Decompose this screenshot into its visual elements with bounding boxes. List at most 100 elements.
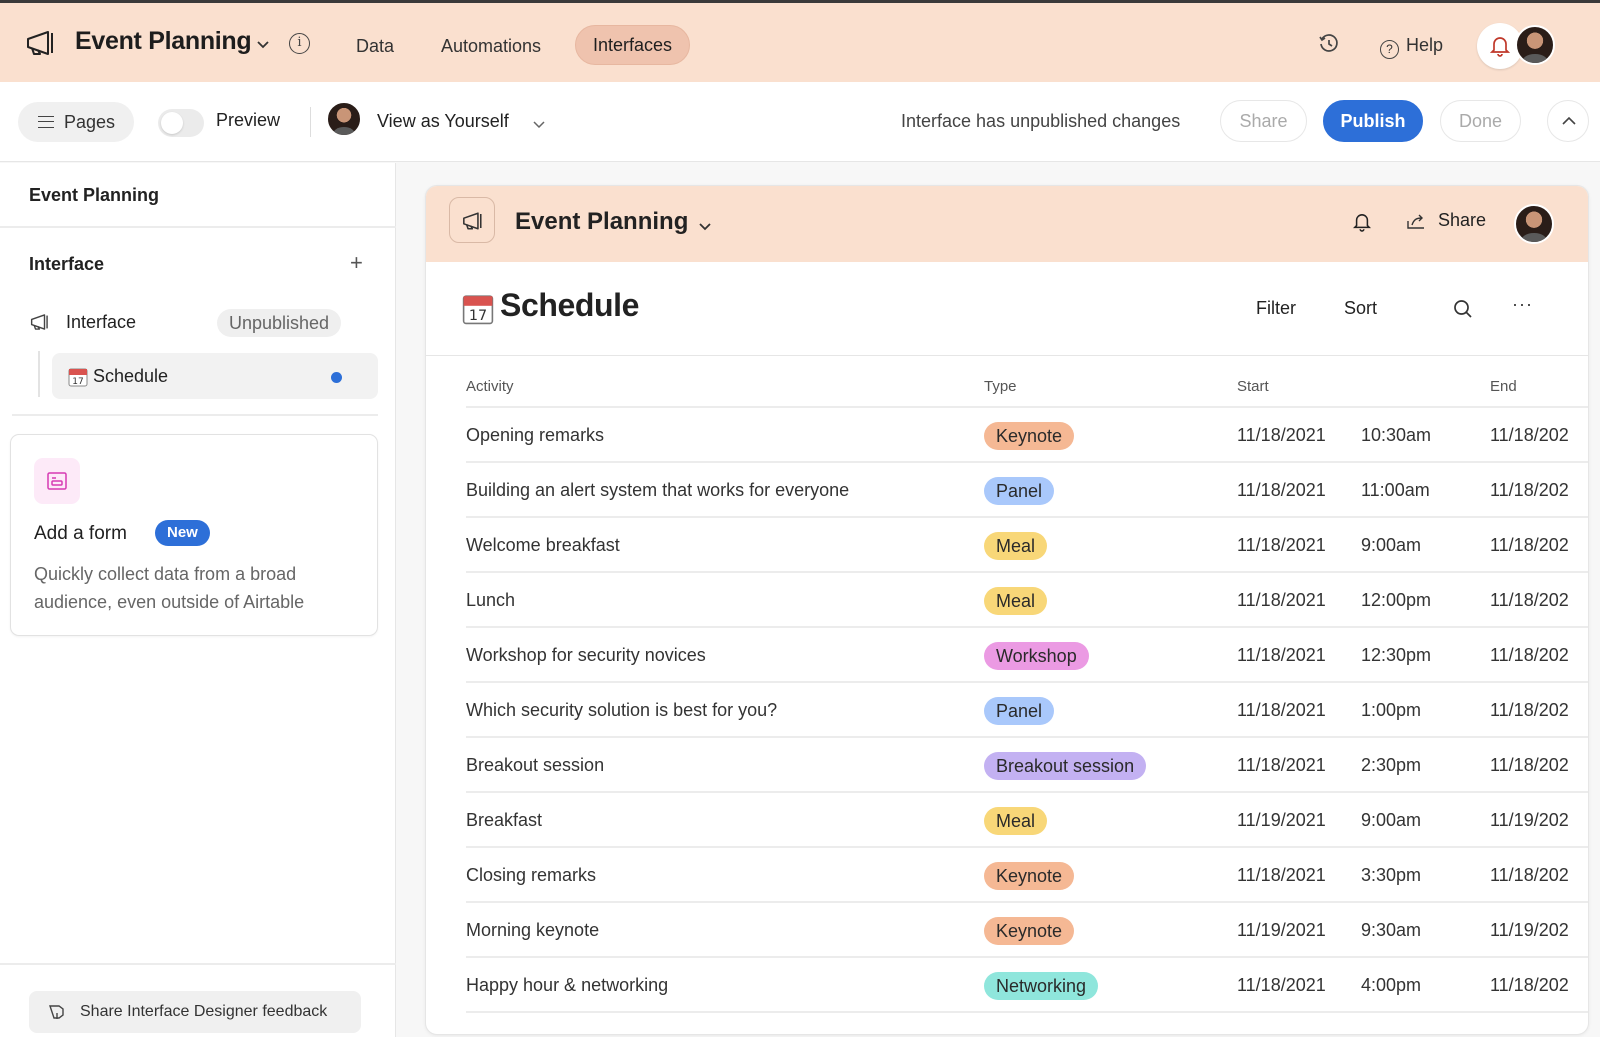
cell-end: 11/18/202	[1490, 865, 1569, 885]
info-icon[interactable]: i	[289, 33, 310, 54]
bell-icon[interactable]	[1352, 212, 1372, 237]
interface-toolbar: Pages Preview View as Yourself Interface…	[0, 82, 1600, 162]
table-row[interactable]: Lunch Meal 11/18/2021 12:00pm 11/18/202	[466, 573, 1588, 628]
nav-interfaces[interactable]: Interfaces	[575, 25, 691, 65]
cell-activity: Which security solution is best for you?	[466, 700, 778, 720]
unpublished-status: Interface has unpublished changes	[901, 111, 1181, 131]
pages-label: Pages	[64, 112, 116, 132]
table-row[interactable]: Opening remarks Keynote 11/18/2021 10:30am 1…	[466, 408, 1588, 463]
sidebar-item-schedule[interactable]: 17 Schedule	[52, 353, 378, 399]
preview-toggle[interactable]	[158, 109, 204, 137]
table-row[interactable]: Welcome breakfast Meal 11/18/2021 9:00am 11/…	[466, 518, 1588, 573]
cell-start-date: 11/19/2021	[1237, 810, 1326, 830]
cell-start-time: 11:00am	[1361, 480, 1430, 500]
help-icon: ?	[1380, 40, 1399, 59]
table-row[interactable]: Closing remarks Keynote 11/18/2021 3:30pm 11…	[466, 848, 1588, 903]
type-tag: Keynote	[984, 422, 1075, 450]
share-button[interactable]: Share	[1220, 100, 1307, 142]
cell-end: 11/18/202	[1490, 975, 1569, 995]
user-avatar[interactable]	[1515, 25, 1555, 65]
cell-start-time: 9:30am	[1361, 920, 1422, 940]
pages-button[interactable]: Pages	[18, 102, 134, 142]
divider	[0, 963, 396, 965]
unpublished-badge: Unpublished	[217, 309, 342, 337]
interface-share-button[interactable]: Share	[1406, 210, 1486, 231]
cell-end: 11/18/202	[1490, 700, 1569, 720]
user-avatar[interactable]	[1514, 204, 1554, 244]
chevron-down-icon[interactable]	[256, 37, 270, 49]
pages-sidebar: Event Planning Interface + Interface Unp…	[0, 163, 396, 1037]
table-row[interactable]: Breakout session Breakout session 11/18/20…	[466, 738, 1588, 793]
interface-logo[interactable]	[449, 197, 495, 243]
table-row[interactable]: Workshop for security novices Workshop 11/…	[466, 628, 1588, 683]
chevron-down-icon[interactable]	[532, 117, 546, 135]
cell-start-date: 11/18/2021	[1237, 975, 1326, 995]
search-icon[interactable]	[1453, 299, 1473, 324]
collapse-button[interactable]	[1547, 100, 1589, 142]
feedback-button[interactable]: Share Interface Designer feedback	[29, 991, 361, 1033]
sidebar-section-title: Interface	[29, 254, 105, 274]
cell-start-date: 11/18/2021	[1237, 645, 1326, 665]
type-tag: Keynote	[984, 862, 1075, 890]
bell-icon	[1490, 37, 1510, 57]
table-row[interactable]: Breakfast Meal 11/19/2021 9:00am 11/19/202	[466, 793, 1588, 848]
view-as-dropdown[interactable]: View as Yourself	[377, 111, 509, 132]
sort-button[interactable]: Sort	[1344, 298, 1377, 319]
megaphone-icon	[463, 212, 482, 230]
cell-end: 11/18/202	[1490, 425, 1569, 445]
cell-start-date: 11/18/2021	[1237, 425, 1326, 445]
table-row[interactable]: Happy hour & networking Networking 11/18/2…	[466, 958, 1588, 1013]
more-options-button[interactable]: ···	[1512, 294, 1533, 315]
table-row[interactable]: Building an alert system that works for …	[466, 463, 1588, 518]
cell-end: 11/19/202	[1490, 920, 1569, 940]
cell-activity: Welcome breakfast	[466, 535, 620, 555]
column-header-type[interactable]: Type	[984, 378, 1017, 395]
base-title[interactable]: Event Planning	[75, 27, 252, 56]
sidebar-base-name: Event Planning	[29, 185, 160, 205]
cell-start-date: 11/19/2021	[1237, 920, 1326, 940]
nav-data[interactable]: Data	[339, 26, 411, 66]
cell-end: 11/18/202	[1490, 755, 1569, 775]
feedback-megaphone-icon	[49, 1005, 64, 1019]
add-form-card[interactable]: Add a form New Quickly collect data from…	[10, 434, 378, 636]
view-as-avatar[interactable]	[327, 102, 361, 136]
cell-activity: Closing remarks	[466, 865, 597, 885]
cell-end: 11/19/202	[1490, 810, 1569, 830]
column-header-start[interactable]: Start	[1237, 378, 1269, 395]
chevron-down-icon[interactable]	[698, 219, 712, 237]
cell-start-date: 11/18/2021	[1237, 700, 1326, 720]
table-row[interactable]: Which security solution is best for you?…	[466, 683, 1588, 738]
cell-activity: Lunch	[466, 590, 516, 610]
calendar-icon: 17	[462, 293, 494, 330]
cell-activity: Breakfast	[466, 810, 543, 830]
table-header: Activity Type Start End	[466, 376, 1588, 408]
toggle-knob	[161, 112, 183, 134]
nav-automations[interactable]: Automations	[424, 26, 558, 66]
top-bar: Event Planning i Data Automations Interf…	[0, 0, 1600, 82]
interface-preview: Event Planning Share 17 Schedule Filter …	[425, 185, 1589, 1035]
cell-start-date: 11/18/2021	[1237, 865, 1326, 885]
cell-start-time: 1:00pm	[1361, 700, 1422, 720]
table-row[interactable]: Morning keynote Keynote 11/19/2021 9:30am 11…	[466, 903, 1588, 958]
column-header-activity[interactable]: Activity	[466, 378, 514, 395]
chevron-up-icon	[1562, 116, 1576, 125]
add-page-button[interactable]: +	[350, 251, 363, 275]
cell-end: 11/18/202	[1490, 535, 1569, 555]
cell-end: 11/18/202	[1490, 645, 1569, 665]
cell-activity: Breakout session	[466, 755, 605, 775]
type-tag: Breakout session	[984, 752, 1147, 780]
cell-end: 11/18/202	[1490, 590, 1569, 610]
done-button[interactable]: Done	[1440, 100, 1521, 142]
divider	[12, 414, 378, 416]
help-button[interactable]: ? Help	[1380, 33, 1443, 59]
promo-description: Quickly collect data from a broad audien…	[34, 564, 305, 612]
column-header-end[interactable]: End	[1490, 378, 1517, 395]
sidebar-item-interface[interactable]: Interface	[66, 312, 136, 333]
interface-title[interactable]: Event Planning	[515, 208, 688, 236]
cell-start-time: 10:30am	[1361, 425, 1432, 445]
megaphone-icon[interactable]	[24, 29, 58, 57]
history-icon[interactable]	[1318, 33, 1340, 55]
megaphone-icon	[29, 313, 51, 336]
publish-button[interactable]: Publish	[1323, 100, 1423, 142]
filter-button[interactable]: Filter	[1256, 298, 1296, 319]
